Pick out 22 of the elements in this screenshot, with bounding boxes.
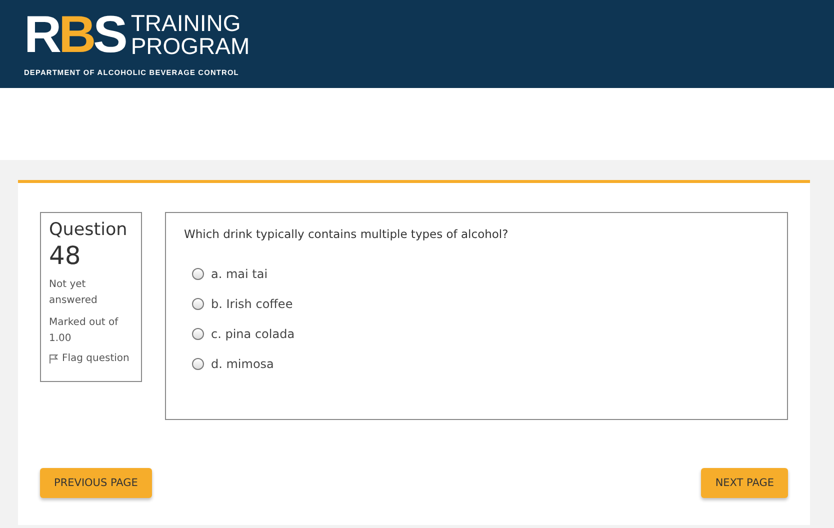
radio-button[interactable] xyxy=(192,298,204,310)
logo-title: TRAINING xyxy=(130,12,242,35)
answer-option[interactable]: a. mai tai xyxy=(184,259,769,289)
answer-option[interactable]: d. mimosa xyxy=(184,349,769,379)
previous-page-button[interactable]: PREVIOUS PAGE xyxy=(40,468,152,498)
question-text: Which drink typically contains multiple types of alcohol? xyxy=(184,227,510,241)
flag-question-link[interactable]: Flag question xyxy=(49,353,141,364)
logo-letter: S xyxy=(93,10,125,60)
question-number: 48 xyxy=(49,241,82,271)
answer-option[interactable]: c. pina colada xyxy=(184,319,769,349)
answer-status: Not yet answered xyxy=(49,278,98,308)
logo-title: PROGRAM xyxy=(130,35,250,58)
logo-letter: R xyxy=(24,10,59,60)
marks-text: Marked out of 1.00 xyxy=(49,316,120,346)
logo-letter: B xyxy=(58,10,94,60)
answer-option[interactable]: b. Irish coffee xyxy=(184,289,769,319)
radio-button[interactable] xyxy=(192,268,204,280)
next-page-button[interactable]: NEXT PAGE xyxy=(701,468,788,498)
radio-button[interactable] xyxy=(192,328,204,340)
flag-icon xyxy=(49,354,58,364)
radio-button[interactable] xyxy=(192,358,204,370)
question-label: Question xyxy=(49,219,128,241)
